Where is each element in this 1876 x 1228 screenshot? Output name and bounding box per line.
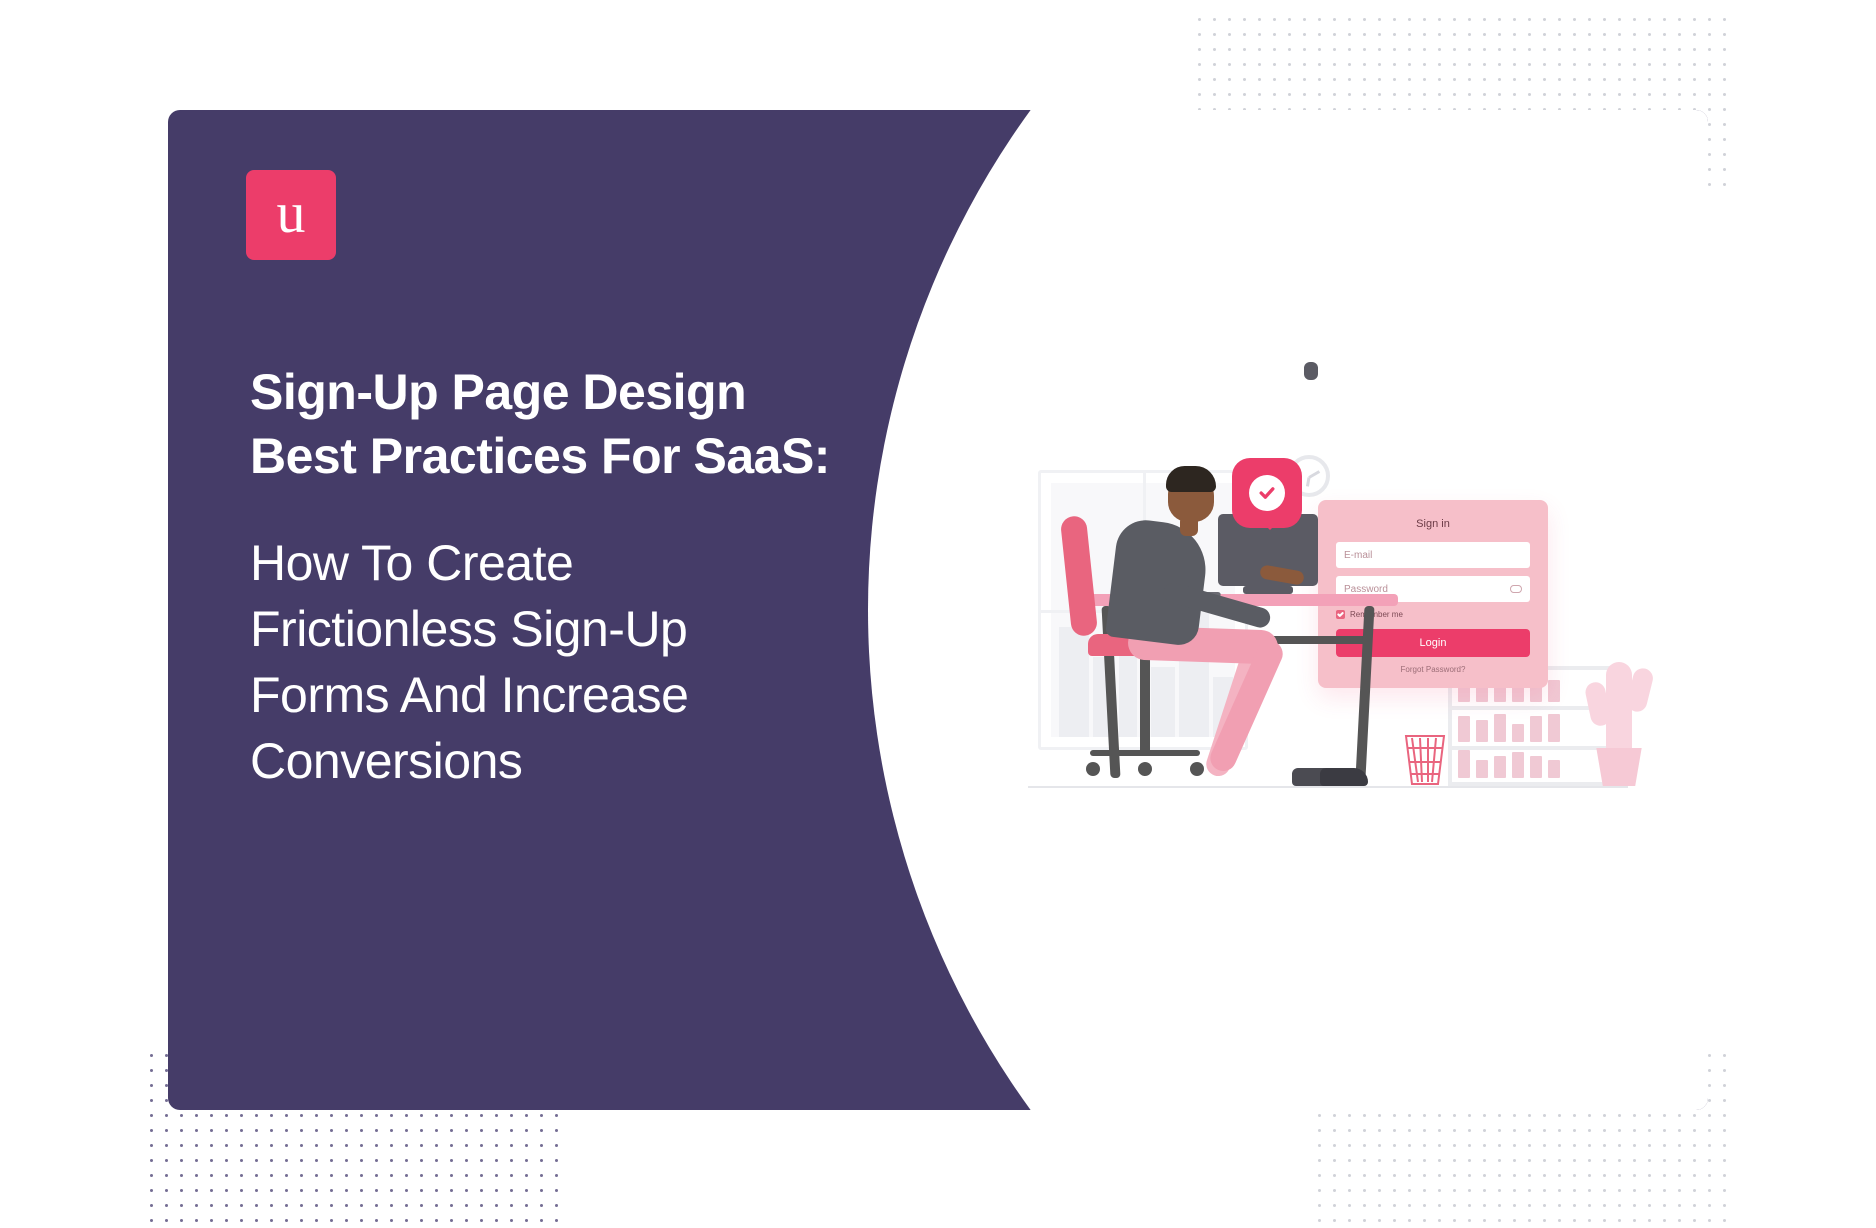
hero-illustration: Sign in E-mail Password Remember me Logi… [1008, 350, 1648, 870]
eye-icon[interactable] [1510, 585, 1522, 593]
stage: u Sign-Up Page Design Best Practices For… [0, 0, 1876, 1228]
floor-line [1028, 786, 1628, 788]
check-icon [1249, 475, 1285, 511]
hero-card: u Sign-Up Page Design Best Practices For… [168, 110, 1708, 1110]
card-subtitle: How To Create Frictionless Sign-Up Forms… [250, 530, 928, 794]
success-check-bubble [1232, 458, 1302, 528]
brand-logo: u [246, 170, 336, 260]
brand-logo-glyph: u [277, 184, 306, 242]
card-title: Sign-Up Page Design Best Practices For S… [250, 360, 928, 488]
forgot-label: Forgot Password? [1401, 665, 1466, 674]
login-button-label: Login [1420, 637, 1447, 649]
waste-basket [1400, 732, 1450, 786]
cactus-plant [1584, 662, 1654, 786]
headings: Sign-Up Page Design Best Practices For S… [250, 360, 928, 794]
